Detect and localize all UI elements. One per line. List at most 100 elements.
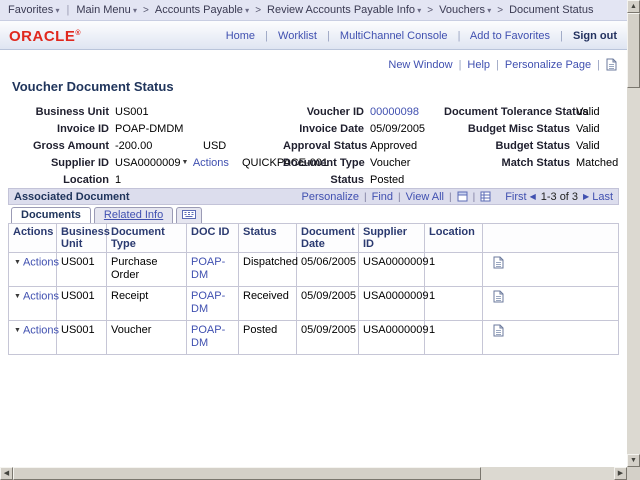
page-title: Voucher Document Status [12, 79, 174, 94]
doc-tolerance-status-label: Document Tolerance Status [444, 105, 576, 119]
multichannel-console-link[interactable]: MultiChannel Console [340, 30, 448, 42]
gross-amount-number: -200.00 [115, 139, 203, 153]
show-all-columns-icon [182, 210, 196, 222]
row-actions-link[interactable]: Actions [23, 290, 59, 302]
scroll-down-icon[interactable]: ▼ [627, 454, 640, 467]
col-header-document-date[interactable]: Document Date [297, 224, 359, 253]
next-page-icon[interactable]: ▶ [583, 192, 589, 201]
separator [453, 59, 468, 71]
col-header-actions: Actions [9, 224, 57, 253]
supplier-actions-caret-icon[interactable]: ▼ [181, 159, 188, 166]
scroll-up-icon[interactable]: ▲ [627, 0, 640, 13]
grid-toolbar: Personalize Find View All First ◀ 1-3 of… [302, 191, 613, 203]
col-header-supplier-id[interactable]: Supplier ID [359, 224, 425, 253]
grid-title-bar: Associated Document Personalize Find Vie… [8, 188, 619, 205]
cell-document-date: 05/09/2005 [297, 287, 359, 321]
row-actions-link[interactable]: Actions [23, 256, 59, 268]
new-window-link[interactable]: New Window [388, 59, 452, 71]
breadcrumb-favorites[interactable]: Favorites [8, 4, 60, 16]
business-unit-value: US001 [115, 105, 283, 119]
breadcrumb-item-vouchers[interactable]: Vouchers [439, 4, 491, 16]
breadcrumb-item-review-ap-info[interactable]: Review Accounts Payable Info [267, 4, 421, 16]
approval-status-label: Approval Status [283, 139, 370, 153]
cell-document-date: 05/09/2005 [297, 321, 359, 355]
supplier-actions-link[interactable]: Actions [193, 157, 229, 169]
separator [320, 30, 337, 42]
view-document-icon[interactable] [493, 328, 504, 340]
horizontal-scrollbar[interactable]: ◀ ▶ [0, 467, 627, 480]
breadcrumb: Favorites Main Menu Accounts Payable Rev… [0, 0, 627, 21]
tab-documents[interactable]: Documents [11, 207, 91, 223]
row-actions-caret-icon[interactable]: ▼ [14, 327, 21, 334]
scroll-left-icon[interactable]: ◀ [0, 467, 13, 480]
view-all-link[interactable]: View All [406, 191, 444, 203]
cell-location: 1 [425, 253, 483, 287]
cell-location: 1 [425, 287, 483, 321]
help-link[interactable]: Help [467, 59, 490, 71]
notify-page-icon[interactable] [606, 58, 617, 71]
show-all-columns-tab[interactable] [176, 207, 202, 223]
first-link[interactable]: First [505, 191, 526, 203]
breadcrumb-separator [137, 4, 155, 16]
tab-related-info[interactable]: Related Info [94, 207, 173, 223]
col-header-business-unit[interactable]: Business Unit [57, 224, 107, 253]
cell-business-unit: US001 [57, 253, 107, 287]
cell-doc-id-link[interactable]: POAP-DM [191, 256, 225, 281]
supplier-id-label: Supplier ID [12, 156, 115, 170]
vertical-scrollbar-thumb[interactable] [627, 13, 640, 88]
breadcrumb-item-main-menu[interactable]: Main Menu [76, 4, 137, 16]
separator [591, 59, 606, 71]
col-header-document-type[interactable]: Document Type [107, 224, 187, 253]
worklist-link[interactable]: Worklist [278, 30, 317, 42]
invoice-id-label: Invoice ID [12, 122, 115, 136]
scroll-right-icon[interactable]: ▶ [614, 467, 627, 480]
personalize-page-link[interactable]: Personalize Page [505, 59, 591, 71]
separator [468, 191, 481, 203]
personalize-link[interactable]: Personalize [302, 191, 359, 203]
horizontal-scrollbar-thumb[interactable] [13, 467, 481, 480]
row-actions-link[interactable]: Actions [23, 324, 59, 336]
breadcrumb-item-accounts-payable[interactable]: Accounts Payable [155, 4, 249, 16]
home-link[interactable]: Home [226, 30, 255, 42]
status-label: Status [283, 173, 370, 187]
view-document-icon[interactable] [493, 294, 504, 306]
col-header-location[interactable]: Location [425, 224, 483, 253]
last-link[interactable]: Last [592, 191, 613, 203]
associated-document-table: Actions Business Unit Document Type DOC … [8, 223, 619, 355]
separator [359, 191, 372, 203]
col-header-status[interactable]: Status [239, 224, 297, 253]
view-document-icon[interactable] [493, 260, 504, 272]
cell-status: Received [239, 287, 297, 321]
cell-supplier-id: USA0000009 [359, 253, 425, 287]
cell-doc-id-link[interactable]: POAP-DM [191, 324, 225, 349]
cell-supplier-id: USA0000009 [359, 321, 425, 355]
previous-page-icon[interactable]: ◀ [530, 192, 536, 201]
separator [393, 191, 406, 203]
voucher-summary-form: Business Unit US001 Voucher ID 00000098 … [12, 105, 620, 187]
breadcrumb-separator [491, 4, 509, 16]
separator [444, 191, 457, 203]
sign-out-link[interactable]: Sign out [573, 30, 617, 42]
add-to-favorites-link[interactable]: Add to Favorites [470, 30, 550, 42]
gross-amount-label: Gross Amount [12, 139, 115, 153]
document-type-value: Voucher [370, 156, 444, 170]
vertical-scrollbar[interactable]: ▲ ▼ [627, 0, 640, 467]
download-grid-icon[interactable] [480, 191, 491, 202]
cell-status: Dispatched [239, 253, 297, 287]
document-type-label: Document Type [283, 156, 370, 170]
associated-document-section: Associated Document Personalize Find Vie… [8, 188, 619, 355]
row-actions-caret-icon[interactable]: ▼ [14, 293, 21, 300]
voucher-id-link[interactable]: 00000098 [370, 106, 419, 118]
zoom-grid-icon[interactable] [457, 191, 468, 202]
separator [451, 30, 468, 42]
page-utility-links: New Window Help Personalize Page [388, 58, 617, 71]
col-header-doc-id[interactable]: DOC ID [187, 224, 239, 253]
status-value: Posted [370, 173, 444, 187]
match-status-label: Match Status [444, 156, 576, 170]
table-header-row: Actions Business Unit Document Type DOC … [9, 224, 619, 253]
registered-mark: ® [75, 30, 81, 37]
find-link[interactable]: Find [372, 191, 393, 203]
header-bar: ORACLE® Home Worklist MultiChannel Conso… [0, 21, 627, 50]
row-actions-caret-icon[interactable]: ▼ [14, 259, 21, 266]
cell-doc-id-link[interactable]: POAP-DM [191, 290, 225, 315]
